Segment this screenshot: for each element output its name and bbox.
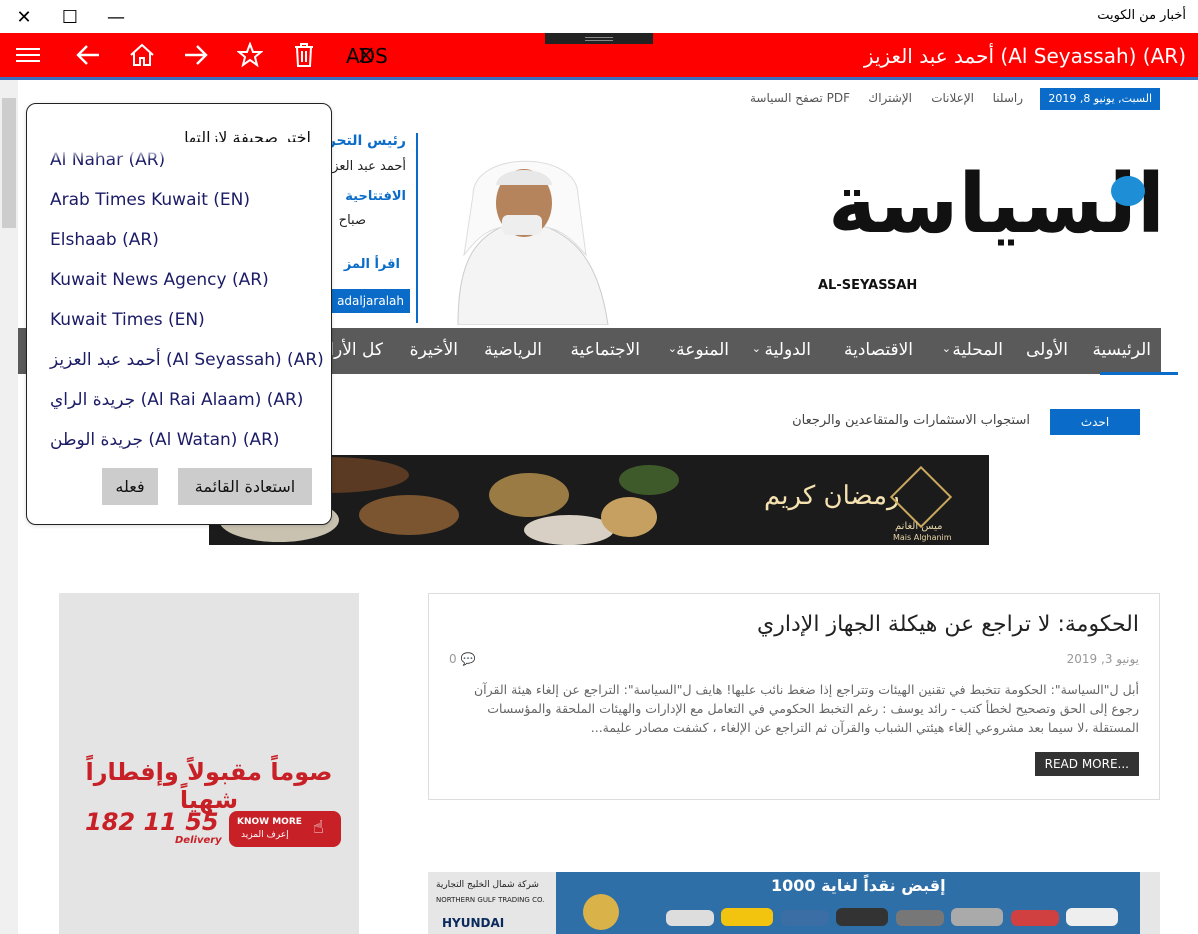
hamburger-menu-icon[interactable] xyxy=(10,37,46,73)
hyundai-ad[interactable]: شركة شمال الخليج التجارية NORTHERN GULF … xyxy=(428,872,1160,934)
nav-international[interactable]: الدولية xyxy=(765,340,811,360)
forward-arrow-icon[interactable] xyxy=(178,37,214,73)
nav-sports[interactable]: الرياضية xyxy=(484,340,542,360)
comment-icon: 💬 xyxy=(460,652,476,666)
window-title: أخبار من الكويت xyxy=(1097,8,1186,23)
apply-button[interactable]: فعله xyxy=(102,468,158,505)
nav-first[interactable]: الأولى xyxy=(1026,340,1068,360)
maximize-window-button[interactable]: ☐ xyxy=(50,4,90,30)
title-bar: ✕ ☐ — أخبار من الكويت xyxy=(0,0,1198,33)
left-scrollbar[interactable] xyxy=(0,80,18,934)
app-bar: ADS أحمد عبد العزيز (Al Seyassah) (AR) xyxy=(0,33,1198,80)
drag-handle[interactable] xyxy=(545,33,653,44)
remove-paper-flyout: اختر صحيفة لإزالتها Al Nahar (AR) Arab T… xyxy=(26,103,332,525)
home-icon[interactable] xyxy=(124,37,160,73)
editor-photo xyxy=(418,135,630,326)
read-more-button[interactable]: READ MORE... xyxy=(1034,752,1139,776)
article-date: يونيو 3, 2019 xyxy=(1066,652,1139,666)
site-date: السبت, يونيو 8, 2019 xyxy=(1040,88,1160,110)
paper-item[interactable]: جريدة الوطن (Al Watan) (AR) xyxy=(50,430,280,450)
chevron-down-icon: ⌄ xyxy=(751,342,761,355)
paper-item[interactable]: جريدة الراي (Al Rai Alaam) (AR) xyxy=(50,390,303,410)
paper-item[interactable]: أحمد عبد العزيز (Al Seyassah) (AR) xyxy=(50,350,324,370)
nav-local[interactable]: المحلية xyxy=(952,340,1003,360)
article-card: الحكومة: لا تراجع عن هيكلة الجهاز الإدار… xyxy=(428,593,1160,800)
read-more-editorial[interactable]: اقرأ المز xyxy=(344,257,400,272)
hand-pointer-icon: ☝ xyxy=(313,817,324,838)
paper-item[interactable]: Elshaab (AR) xyxy=(50,230,159,250)
nav-opinions[interactable]: كل الأرا xyxy=(329,340,383,360)
paper-item[interactable]: Kuwait Times (EN) xyxy=(50,310,205,330)
ads-button[interactable]: ADS xyxy=(346,44,388,68)
close-window-button[interactable]: ✕ xyxy=(4,4,44,30)
paper-list[interactable]: Al Nahar (AR) Arab Times Kuwait (EN) Els… xyxy=(27,142,331,462)
ticker-headline[interactable]: استجواب الاستثمارات والمتقاعدين والرجعان xyxy=(600,413,1030,428)
link-contact[interactable]: راسلنا xyxy=(993,91,1023,105)
list-fade xyxy=(27,142,331,160)
star-icon[interactable] xyxy=(232,37,268,73)
trash-icon[interactable] xyxy=(286,37,322,73)
twitter-handle[interactable]: adaljaralah xyxy=(330,289,410,313)
current-paper-title: أحمد عبد العزيز (Al Seyassah) (AR) xyxy=(863,44,1186,68)
link-subscribe[interactable]: الإشتراك xyxy=(868,91,912,105)
nav-economy[interactable]: الاقتصادية xyxy=(844,340,913,360)
nav-home[interactable]: الرئيسية xyxy=(1092,340,1151,360)
article-title[interactable]: الحكومة: لا تراجع عن هيكلة الجهاز الإدار… xyxy=(757,612,1139,637)
paper-item[interactable]: Kuwait News Agency (AR) xyxy=(50,270,269,290)
know-more-button[interactable]: KNOW MORE إعرف المزيد ☝ xyxy=(229,811,341,847)
delivery-ad[interactable]: صوماً مقبولاً وإفطاراً شهياً 182 11 55 D… xyxy=(59,593,359,934)
chevron-down-icon: ⌄ xyxy=(667,342,677,355)
logo-bird-icon xyxy=(1111,176,1145,206)
close-icon xyxy=(359,47,373,63)
comment-count[interactable]: 0 💬 xyxy=(449,652,475,666)
minimize-window-button[interactable]: — xyxy=(96,4,136,30)
site-logo[interactable]: السياسة AL-SEYASSAH xyxy=(810,164,1165,300)
nav-misc[interactable]: المنوعة xyxy=(676,340,729,360)
restore-list-button[interactable]: استعادة القائمة xyxy=(178,468,312,505)
chevron-down-icon: ⌄ xyxy=(941,342,951,355)
ticker-label: احدث xyxy=(1050,409,1140,435)
article-excerpt: أبل ل"السياسة": الحكومة تتخبط في تقنين ا… xyxy=(473,682,1139,735)
nav-active-indicator xyxy=(1100,372,1178,375)
nav-last[interactable]: الأخيرة xyxy=(410,340,458,360)
appbar-divider xyxy=(0,77,1198,80)
editor-block: رئيس التحرير أحمد عبد العزيز الافتتاحية … xyxy=(314,133,418,323)
paper-item[interactable]: Arab Times Kuwait (EN) xyxy=(50,190,250,210)
car-lineup-image: إقبض نقداً لغاية 1000 xyxy=(556,872,1140,934)
link-ads[interactable]: الإعلانات xyxy=(931,91,974,105)
back-arrow-icon[interactable] xyxy=(70,37,106,73)
site-top-nav: السبت, يونيو 8, 2019 راسلنا الإعلانات ال… xyxy=(740,88,1160,110)
scrollbar-thumb[interactable] xyxy=(2,98,16,228)
link-pdf[interactable]: تصفح السياسة PDF xyxy=(750,91,850,105)
nav-social[interactable]: الاجتماعية xyxy=(571,340,640,360)
